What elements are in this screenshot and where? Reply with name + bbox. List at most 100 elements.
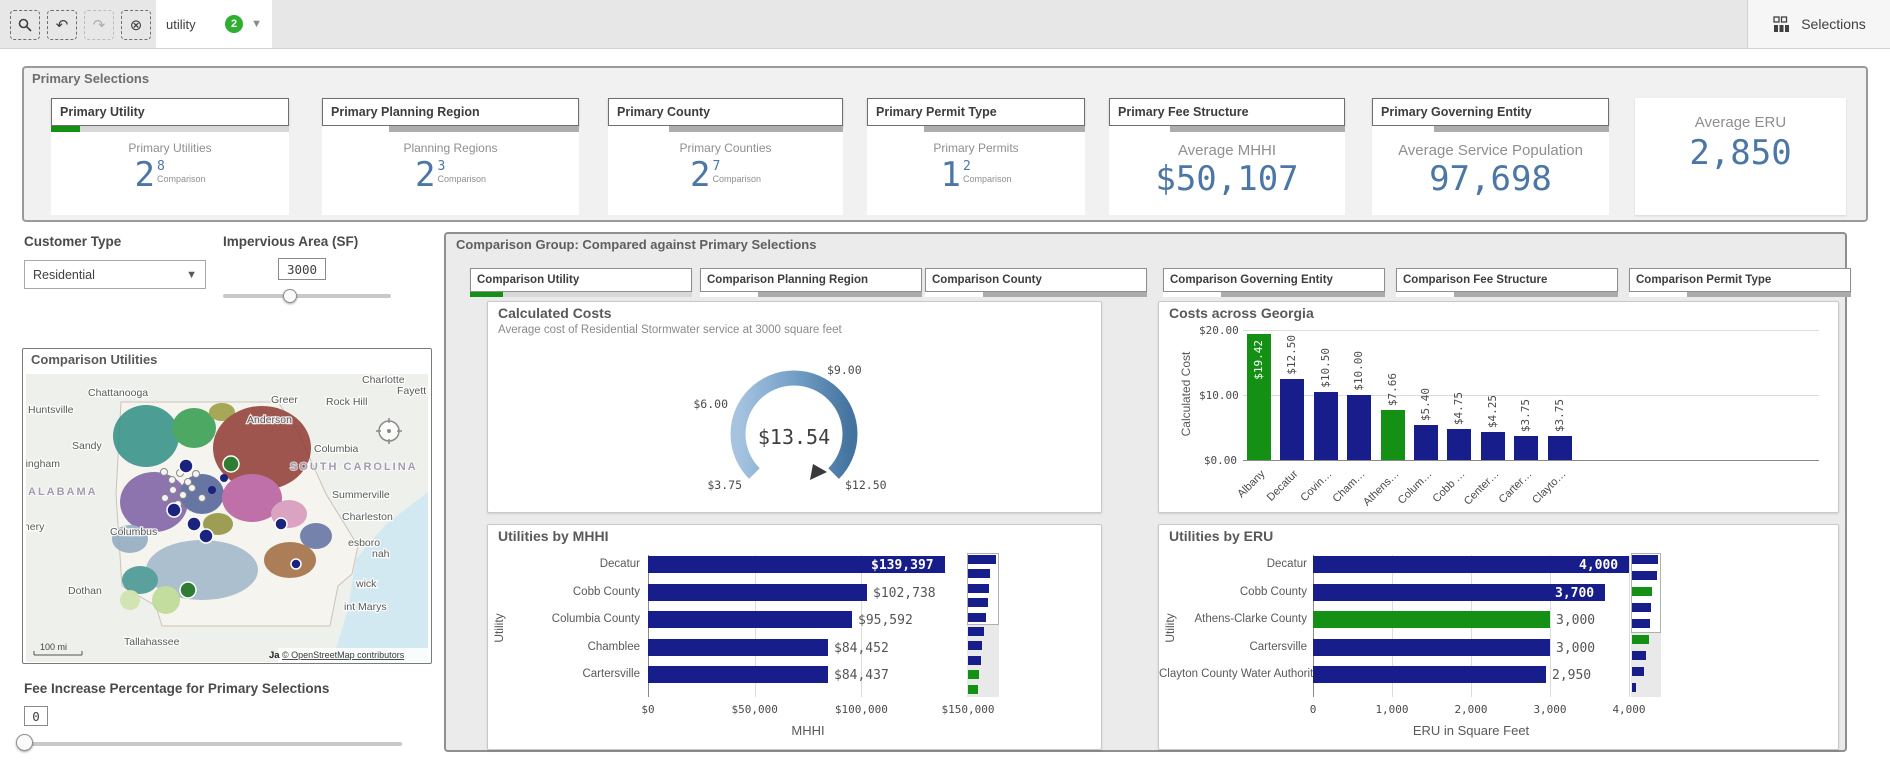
bar-value-label: $10.00: [1352, 351, 1366, 391]
impervious-area-input[interactable]: [278, 258, 326, 280]
chart-scroll-overview[interactable]: [1631, 553, 1661, 697]
tab-label: Comparison Fee Structure: [1396, 268, 1618, 292]
filter-listbox-header[interactable]: Primary Governing Entity: [1372, 98, 1609, 126]
bar-Colum…[interactable]: $5.40: [1414, 330, 1438, 460]
category-label[interactable]: Cobb County: [488, 586, 646, 598]
bar-Athens…[interactable]: $7.66: [1380, 330, 1405, 460]
georgia-map[interactable]: ChattanoogaCharlotteFayettGreer Rock Hill…: [26, 374, 428, 662]
selections-button[interactable]: Selections: [1747, 0, 1890, 48]
bar-Albany[interactable]: $19.42: [1247, 330, 1271, 460]
category-label[interactable]: Cartersville: [488, 668, 646, 680]
overview-bar: [1632, 571, 1657, 580]
fee-increase-slider[interactable]: [24, 742, 402, 746]
map-label-charleston: Charleston: [342, 511, 393, 523]
smart-search-icon[interactable]: [10, 10, 40, 40]
bar-rect[interactable]: [1547, 436, 1572, 460]
category-label[interactable]: Chamblee: [488, 641, 646, 653]
filter-listbox-header[interactable]: Primary Planning Region: [322, 98, 579, 126]
gauge-needle: [810, 464, 827, 480]
x-tick-label: $50,000: [731, 703, 778, 716]
map-label-birmingham: Birmingham: [26, 458, 60, 470]
impervious-area-slider[interactable]: [223, 294, 391, 298]
bar-Cham…[interactable]: $10.00: [1347, 330, 1372, 460]
bar-Columbia County[interactable]: [648, 611, 852, 628]
selection-chip-utility[interactable]: utility 2 ▼: [156, 0, 272, 48]
kpi-value: 1: [940, 155, 961, 195]
customer-type-dropdown[interactable]: Residential ▼: [24, 260, 206, 289]
category-label[interactable]: Columbia County: [488, 613, 646, 625]
category-label[interactable]: Athens-Clarke County: [1159, 613, 1313, 625]
tab-comparison-county[interactable]: Comparison County: [925, 268, 1147, 297]
category-label[interactable]: Decatur: [488, 558, 646, 570]
comparison-utilities-map-panel: Comparison Utilities Chattanooga Charlot…: [22, 348, 432, 664]
filter-listbox-header[interactable]: Primary County: [608, 98, 843, 126]
customer-type-value: Residential: [33, 267, 95, 282]
kpi-value: 97,698: [1429, 159, 1552, 199]
filter-listbox-header[interactable]: Primary Fee Structure: [1109, 98, 1345, 126]
kpi-value: 2,850: [1689, 133, 1792, 173]
bar-Athens-Clarke County[interactable]: [1313, 611, 1550, 628]
kpi-value: 2: [414, 155, 436, 195]
tab-comparison-utility[interactable]: Comparison Utility: [470, 268, 692, 297]
bar-Clayton County Water Authority[interactable]: [1313, 666, 1546, 683]
impervious-area-label: Impervious Area (SF): [223, 234, 359, 249]
overview-bar: [1632, 555, 1658, 564]
kpi-body: Planning Regions 2 3 Comparison: [322, 132, 579, 215]
bar-rect[interactable]: [1313, 392, 1338, 460]
bar-Cartersville[interactable]: [1313, 638, 1550, 656]
map-attribution[interactable]: © OpenStreetMap contributors: [282, 650, 405, 660]
utilities-by-mhhi-card: Utilities by MHHI Utility $0 $50,000 $100,0…: [487, 524, 1102, 750]
kpi-secondary: 2 Comparison: [963, 159, 1012, 184]
fee-increase-input[interactable]: [24, 706, 48, 726]
bar-Cobb …[interactable]: $4.75: [1447, 330, 1472, 460]
category-label[interactable]: Clayton County Water Authority: [1159, 668, 1319, 680]
kpi-secondary: 8 Comparison: [157, 159, 206, 184]
bar-Cartersville[interactable]: [648, 666, 828, 683]
bar-rect[interactable]: [1447, 429, 1472, 460]
kpi-comparison-count: 3: [437, 159, 446, 174]
kpi-value-row: $50,107: [1155, 161, 1298, 197]
bar-Covin…[interactable]: $10.50: [1313, 330, 1338, 460]
bar-value-label: $95,592: [858, 613, 913, 628]
x-tick-label: $100,000: [834, 703, 888, 716]
bar-Cobb County[interactable]: [648, 583, 867, 601]
filter-listbox-header[interactable]: Primary Utility: [51, 98, 289, 126]
redo-icon[interactable]: ↷: [84, 10, 114, 40]
tab-comparison-permit-type[interactable]: Comparison Permit Type: [1629, 268, 1851, 297]
category-label[interactable]: Cartersville: [1159, 641, 1313, 653]
comparison-group-panel: Comparison Group: Compared against Prima…: [444, 232, 1851, 752]
bar-rect[interactable]: [1514, 436, 1539, 460]
category-label[interactable]: Decatur: [1159, 558, 1313, 570]
gauge-tick-min: $3.75: [707, 478, 742, 492]
bar-rect[interactable]: [1380, 410, 1405, 460]
filter-card: Primary Governing Entity Average Service …: [1372, 98, 1609, 215]
fee-increase-slider-handle[interactable]: [16, 734, 33, 751]
bar-value-label: $4.25: [1485, 394, 1499, 428]
bar-rect[interactable]: [1480, 432, 1505, 460]
filter-listbox-header[interactable]: Primary Permit Type: [867, 98, 1085, 126]
overview-bar: [968, 569, 990, 578]
bar-rect[interactable]: [1414, 425, 1438, 460]
chart-scroll-overview[interactable]: [967, 553, 999, 697]
kpi-comparison-count: 8: [156, 159, 165, 174]
bar-Chamblee[interactable]: [648, 638, 828, 656]
tab-comparison-fee-structure[interactable]: Comparison Fee Structure: [1396, 268, 1618, 297]
primary-selections-panel: Primary Selections Primary Utility Primar…: [22, 66, 1868, 222]
clear-selections-icon[interactable]: ⊗: [121, 10, 151, 40]
chevron-down-icon[interactable]: ▼: [251, 18, 262, 30]
bar-Carter…[interactable]: $3.75: [1514, 330, 1539, 460]
costs-across-georgia-card: Costs across Georgia Calculated Cost $0.0…: [1158, 301, 1839, 513]
bar-rect[interactable]: [1280, 379, 1305, 460]
impervious-area-slider-handle[interactable]: [283, 289, 297, 303]
map-label-anderson: Anderson: [247, 414, 292, 426]
tab-comparison-planning-region[interactable]: Comparison Planning Region: [700, 268, 922, 297]
bar-Clayto…[interactable]: $3.75: [1547, 330, 1572, 460]
bar-rect[interactable]: [1347, 395, 1372, 460]
map-label-int-marys: int Marys: [344, 601, 387, 613]
bar-Center…[interactable]: $4.25: [1480, 330, 1505, 460]
undo-icon[interactable]: ↶: [47, 10, 77, 40]
tab-comparison-governing-entity[interactable]: Comparison Governing Entity: [1163, 268, 1385, 297]
calculated-costs-gauge[interactable]: $3.75 $6.00 $9.00 $12.50 $13.54: [664, 334, 924, 509]
bar-Decatur[interactable]: $12.50: [1280, 330, 1305, 460]
category-label[interactable]: Cobb County: [1159, 586, 1313, 598]
